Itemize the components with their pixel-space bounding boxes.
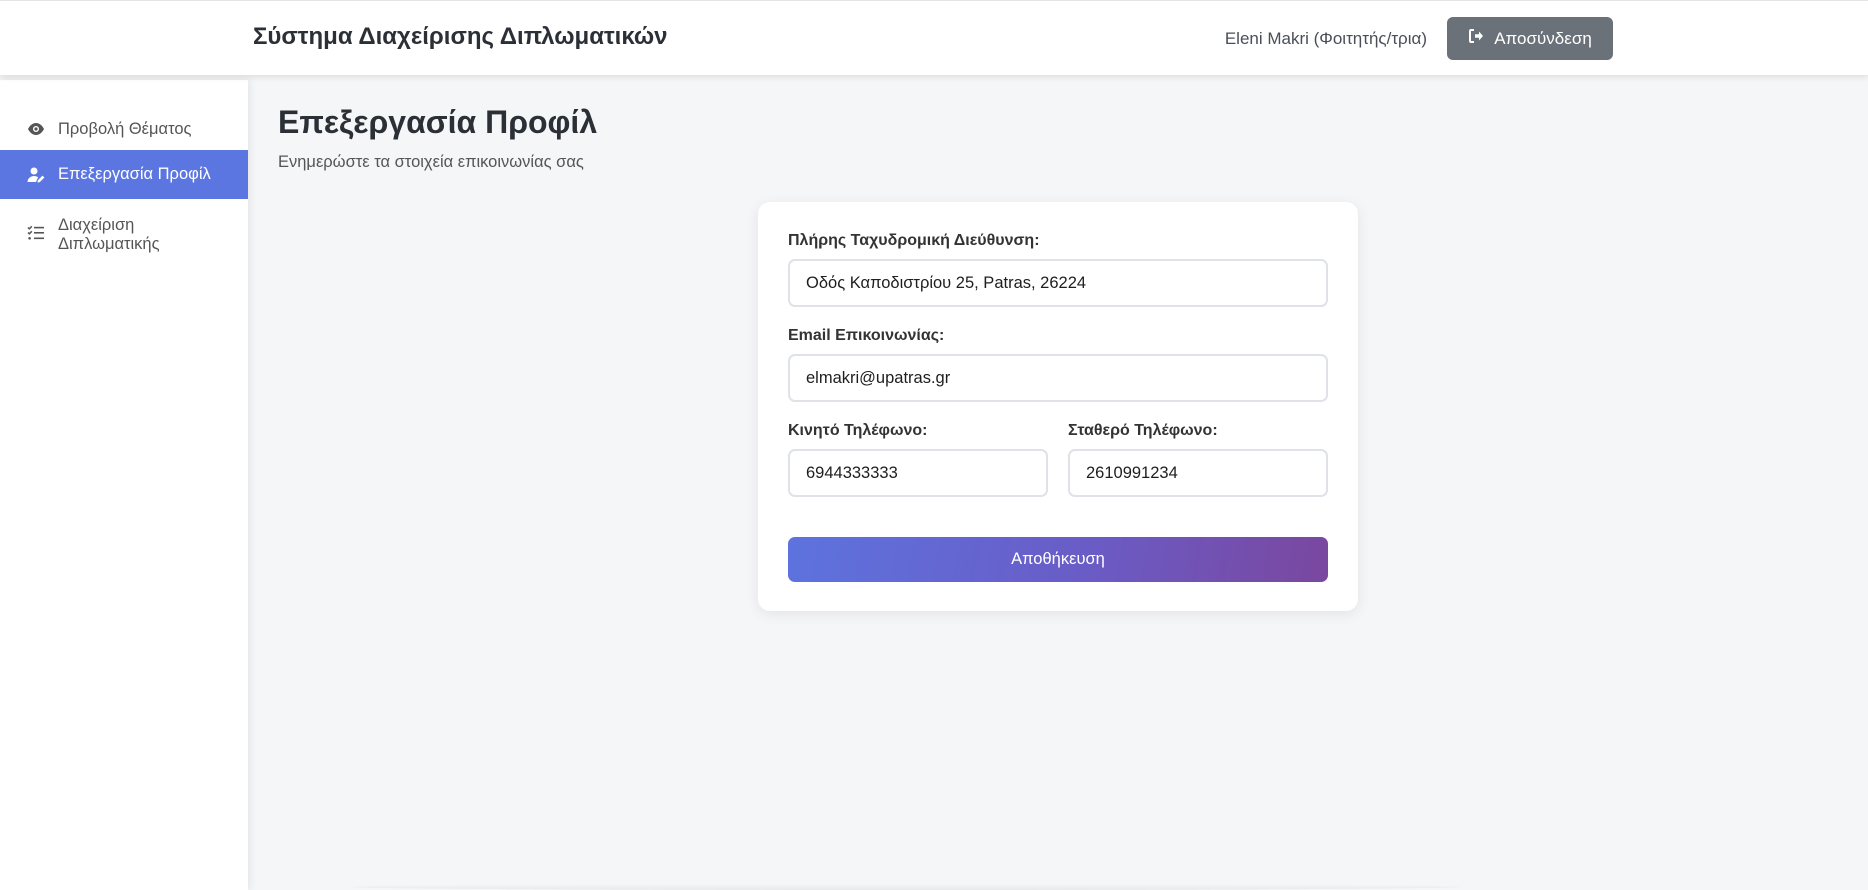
app-title: Σύστημα Διαχείρισης Διπλωματικών bbox=[253, 23, 668, 50]
sidebar-item-label: Επεξεργασία Προφίλ bbox=[58, 165, 211, 183]
list-check-icon bbox=[26, 223, 46, 243]
page-title: Επεξεργασία Προφίλ bbox=[278, 104, 598, 140]
sidebar-item-label: Διαχείριση Διπλωματικής bbox=[58, 216, 160, 253]
save-button[interactable]: Αποθήκευση bbox=[788, 537, 1328, 582]
page-subtitle: Ενημερώστε τα στοιχεία επικοινωνίας σας bbox=[278, 153, 584, 171]
email-input[interactable] bbox=[788, 354, 1328, 402]
sidebar-item-edit-profile[interactable]: Επεξεργασία Προφίλ bbox=[0, 150, 248, 199]
user-edit-icon bbox=[26, 165, 46, 185]
landline-phone-label: Σταθερό Τηλέφωνο: bbox=[1068, 422, 1218, 439]
landline-phone-input[interactable] bbox=[1068, 449, 1328, 497]
profile-form-card: Πλήρης Ταχυδρομική Διεύθυνση: Email Επικ… bbox=[758, 202, 1358, 611]
sign-out-icon bbox=[1468, 28, 1484, 49]
top-navbar: Σύστημα Διαχείρισης Διπλωματικών Eleni M… bbox=[0, 0, 1868, 75]
mobile-phone-label: Κινητό Τηλέφωνο: bbox=[788, 422, 928, 439]
address-label: Πλήρης Ταχυδρομική Διεύθυνση: bbox=[788, 232, 1040, 249]
logout-label: Αποσύνδεση bbox=[1494, 28, 1592, 48]
sidebar-item-view-topic[interactable]: Προβολή Θέματος bbox=[0, 106, 248, 152]
bottom-shadow-divider bbox=[350, 884, 1460, 890]
sidebar-item-label: Προβολή Θέματος bbox=[58, 119, 192, 138]
user-name-label: Eleni Makri (Φοιτητής/τρια) bbox=[1224, 29, 1427, 48]
logout-button[interactable]: Αποσύνδεση bbox=[1447, 17, 1613, 60]
email-label: Email Επικοινωνίας: bbox=[788, 327, 945, 344]
eye-icon bbox=[26, 119, 46, 139]
sidebar-item-manage-thesis[interactable]: Διαχείριση Διπλωματικής bbox=[0, 199, 248, 275]
mobile-phone-input[interactable] bbox=[788, 449, 1048, 497]
sidebar: Προβολή Θέματος Επεξεργασία Προφίλ Διαχε… bbox=[0, 80, 248, 890]
address-input[interactable] bbox=[788, 259, 1328, 307]
